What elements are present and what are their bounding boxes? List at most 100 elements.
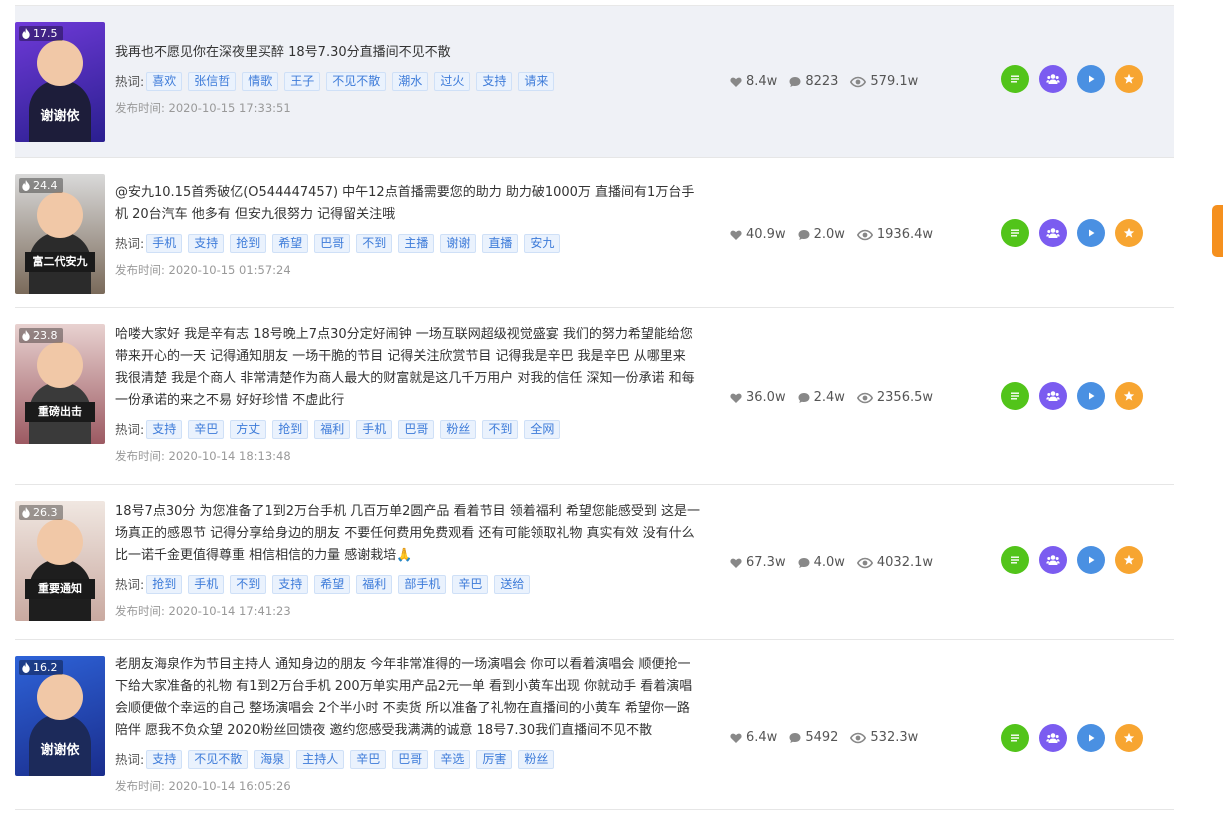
detail-button[interactable]: [1001, 724, 1029, 752]
video-description[interactable]: @安九10.15首秀破亿(O544447457) 中午12点首播需要您的助力 助…: [115, 182, 700, 226]
hot-word-tag[interactable]: 福利: [314, 420, 351, 439]
hot-word-tag[interactable]: 张信哲: [188, 72, 237, 91]
play-button[interactable]: [1077, 382, 1105, 410]
hot-word-tag[interactable]: 巴哥: [314, 234, 351, 253]
video-thumbnail[interactable]: 谢谢依 17.5: [15, 22, 105, 142]
side-float-tab[interactable]: [1212, 205, 1223, 257]
likes-count: 6.4w: [746, 730, 778, 745]
video-description[interactable]: 老朋友海泉作为节目主持人 通知身边的朋友 今年非常准得的一场演唱会 你可以看着演…: [115, 654, 700, 742]
video-thumbnail[interactable]: 谢谢依 16.2: [15, 656, 105, 776]
hot-word-tag[interactable]: 希望: [272, 234, 309, 253]
hot-word-tag[interactable]: 不到: [356, 234, 393, 253]
favorite-button[interactable]: [1115, 382, 1143, 410]
play-icon: [1089, 229, 1095, 237]
detail-button[interactable]: [1001, 65, 1029, 93]
hot-word-tag[interactable]: 辛巴: [188, 420, 225, 439]
hot-word-tag[interactable]: 希望: [314, 575, 351, 594]
video-thumbnail[interactable]: 重要通知 26.3: [15, 501, 105, 621]
hot-word-tag[interactable]: 海泉: [254, 750, 291, 769]
favorite-button[interactable]: [1115, 724, 1143, 752]
thumbnail-caption: 谢谢依: [40, 743, 80, 758]
detail-button[interactable]: [1001, 219, 1029, 247]
heat-badge: 24.4: [19, 178, 63, 193]
hot-word-tag[interactable]: 情歌: [242, 72, 279, 91]
publish-time: 发布时间: 2020-10-15 01:57:24: [115, 262, 700, 278]
hot-word-tag[interactable]: 手机: [188, 575, 225, 594]
hot-word-tag[interactable]: 潮水: [392, 72, 429, 91]
hot-word-tag[interactable]: 巴哥: [398, 420, 435, 439]
play-icon: [1089, 734, 1095, 742]
heat-value: 26.3: [33, 506, 58, 519]
hot-word-tag[interactable]: 厉害: [476, 750, 513, 769]
hot-words-label: 热词:: [115, 422, 145, 437]
hot-word-tag[interactable]: 支持: [272, 575, 309, 594]
hot-word-tag[interactable]: 福利: [356, 575, 393, 594]
hot-word-tag[interactable]: 不见不散: [326, 72, 387, 91]
favorite-button[interactable]: [1115, 546, 1143, 574]
hot-word-tag[interactable]: 不见不散: [188, 750, 249, 769]
hot-word-tag[interactable]: 粉丝: [518, 750, 555, 769]
comments-count: 4.0w: [813, 555, 845, 570]
likes-stat: 67.3w: [730, 555, 786, 570]
hot-word-tag[interactable]: 安九: [524, 234, 561, 253]
hot-word-tag[interactable]: 抢到: [146, 575, 183, 594]
detail-button[interactable]: [1001, 546, 1029, 574]
hot-word-tag[interactable]: 辛巴: [350, 750, 387, 769]
hot-word-tag[interactable]: 直播: [482, 234, 519, 253]
publish-time-value: 2020-10-14 17:41:23: [168, 604, 291, 618]
hot-word-tag[interactable]: 主播: [398, 234, 435, 253]
hot-word-tag[interactable]: 方丈: [230, 420, 267, 439]
publish-time-label: 发布时间:: [115, 263, 165, 277]
video-thumbnail[interactable]: 重磅出击 23.8: [15, 324, 105, 444]
video-description[interactable]: 哈喽大家好 我是辛有志 18号晚上7点30分定好闹钟 一场互联网超级视觉盛宴 我…: [115, 324, 700, 412]
hot-word-tag[interactable]: 主持人: [296, 750, 345, 769]
hot-word-tag[interactable]: 喜欢: [146, 72, 183, 91]
hot-word-tag[interactable]: 不到: [482, 420, 519, 439]
video-thumbnail[interactable]: 富二代安九 24.4: [15, 174, 105, 294]
star-icon: [1123, 390, 1135, 401]
hot-word-tag[interactable]: 抢到: [272, 420, 309, 439]
hot-word-tag[interactable]: 辛巴: [452, 575, 489, 594]
audience-button[interactable]: [1039, 546, 1067, 574]
audience-button[interactable]: [1039, 219, 1067, 247]
hot-word-tag[interactable]: 请来: [518, 72, 555, 91]
audience-button[interactable]: [1039, 65, 1067, 93]
hot-words: 热词: 手机 支持 抢到 希望 巴哥 不到 主播 谢谢 直播 安九: [115, 232, 700, 253]
hot-word-tag[interactable]: 支持: [146, 420, 183, 439]
play-button[interactable]: [1077, 724, 1105, 752]
hot-word-tag[interactable]: 送给: [494, 575, 531, 594]
video-list: 谢谢依 17.5 我再也不愿见你在深夜里买醉 18号7.30分直播间不见不散 热…: [15, 5, 1174, 810]
hot-word-tag[interactable]: 全网: [524, 420, 561, 439]
views-count: 2356.5w: [876, 390, 934, 405]
detail-button[interactable]: [1001, 382, 1029, 410]
flame-icon: [22, 28, 30, 39]
hot-word-chips: 支持 不见不散 海泉 主持人 辛巴 巴哥 辛选 厉害 粉丝: [146, 748, 560, 769]
favorite-button[interactable]: [1115, 219, 1143, 247]
hot-word-tag[interactable]: 部手机: [398, 575, 447, 594]
hot-word-tag[interactable]: 支持: [188, 234, 225, 253]
hot-word-tag[interactable]: 辛选: [434, 750, 471, 769]
likes-stat: 36.0w: [730, 390, 786, 405]
audience-button[interactable]: [1039, 724, 1067, 752]
hot-word-tag[interactable]: 抢到: [230, 234, 267, 253]
play-button[interactable]: [1077, 546, 1105, 574]
hot-word-tag[interactable]: 谢谢: [440, 234, 477, 253]
views-count: 4032.1w: [876, 555, 934, 570]
hot-word-tag[interactable]: 巴哥: [392, 750, 429, 769]
hot-word-tag[interactable]: 粉丝: [440, 420, 477, 439]
favorite-button[interactable]: [1115, 65, 1143, 93]
play-button[interactable]: [1077, 65, 1105, 93]
video-description[interactable]: 我再也不愿见你在深夜里买醉 18号7.30分直播间不见不散: [115, 42, 700, 64]
hot-word-tag[interactable]: 支持: [146, 750, 183, 769]
comments-stat: 4.0w: [798, 555, 845, 570]
hot-word-tag[interactable]: 不到: [230, 575, 267, 594]
audience-button[interactable]: [1039, 382, 1067, 410]
play-button[interactable]: [1077, 219, 1105, 247]
video-description[interactable]: 18号7点30分 为您准备了1到2万台手机 几百万单2圆产品 看着节目 领着福利…: [115, 501, 700, 567]
hot-word-tag[interactable]: 王子: [284, 72, 321, 91]
views-stat: 4032.1w: [856, 555, 934, 570]
hot-word-tag[interactable]: 过火: [434, 72, 471, 91]
hot-word-tag[interactable]: 支持: [476, 72, 513, 91]
hot-word-tag[interactable]: 手机: [356, 420, 393, 439]
hot-word-tag[interactable]: 手机: [146, 234, 183, 253]
